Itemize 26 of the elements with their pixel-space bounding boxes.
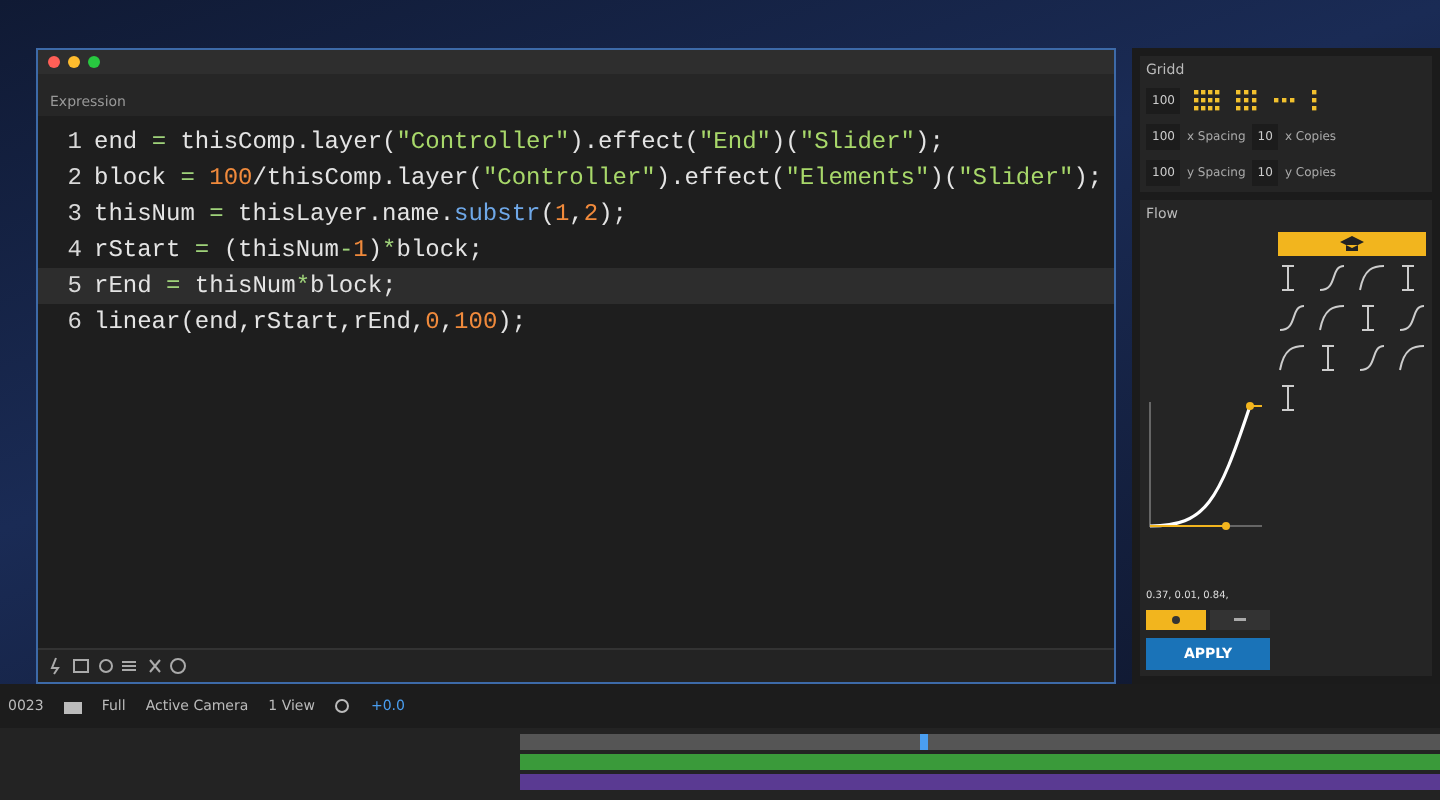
- grid-layout-icon[interactable]: [1236, 89, 1261, 113]
- row-layout-icon[interactable]: [1274, 98, 1299, 104]
- camera-icon[interactable]: [63, 699, 82, 713]
- minimize-button[interactable]: [68, 56, 80, 68]
- ease-curve-icon[interactable]: [1278, 304, 1306, 332]
- grid-layout-icon[interactable]: [1194, 89, 1223, 113]
- tool-tab[interactable]: [1146, 610, 1206, 630]
- ease-curve-icon[interactable]: [1398, 304, 1426, 332]
- close-button[interactable]: [48, 56, 60, 68]
- ease-curve-icon[interactable]: [1398, 344, 1426, 372]
- code-line: 1 end = thisComp.layer("Controller").effect("End")("Slider");: [65, 126, 946, 160]
- tool-tab[interactable]: [1210, 610, 1270, 630]
- ease-curve-icon[interactable]: [1318, 304, 1346, 332]
- ease-curve-icon[interactable]: [1358, 344, 1386, 372]
- code-line: 4 rStart = (thisNum-1)*block;: [65, 234, 485, 268]
- ease-curve-icon[interactable]: [1318, 264, 1346, 292]
- zoom-button[interactable]: [88, 56, 100, 68]
- column-layout-icon[interactable]: [1312, 89, 1319, 113]
- code-line: 2 block = 100/thisComp.layer("Controller").effect("Elements")("Slider");: [65, 162, 1105, 196]
- code-line: 3 thisNum = thisLayer.name.substr(1,2);: [65, 198, 629, 232]
- ease-curve-icon[interactable]: [1358, 264, 1386, 292]
- code-line: 6 linear(end,rStart,rEnd,0,100);: [65, 306, 529, 340]
- ease-curve-icon[interactable]: [1278, 344, 1306, 372]
- settings-icon[interactable]: [334, 698, 351, 714]
- presets-header[interactable]: [1278, 232, 1426, 256]
- graduation-cap-icon: [1340, 235, 1364, 253]
